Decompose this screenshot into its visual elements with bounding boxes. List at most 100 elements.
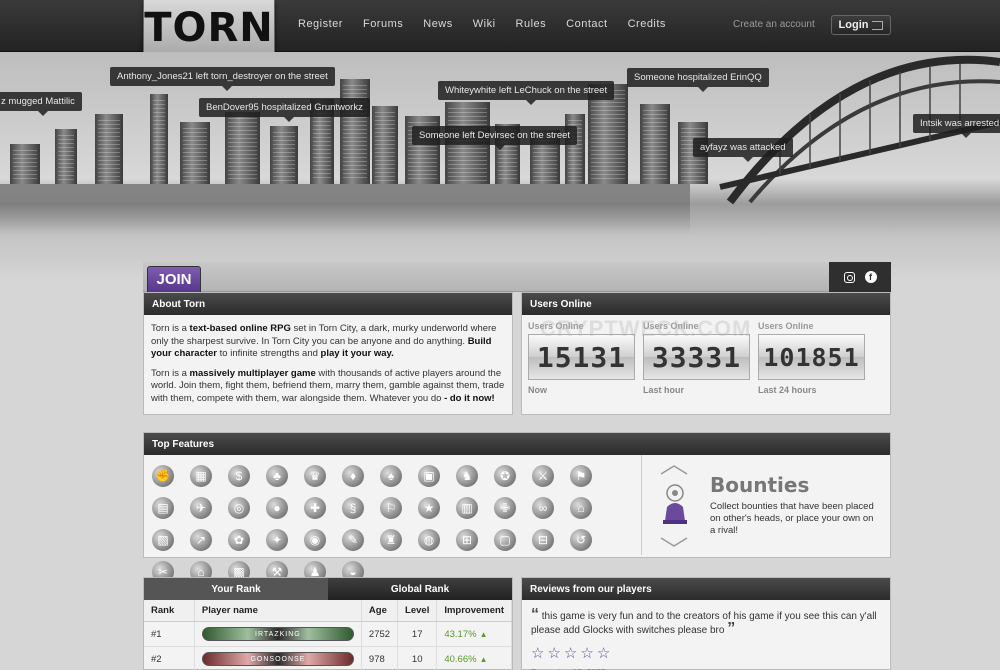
nav-credits[interactable]: Credits <box>628 18 666 30</box>
review-date: December 13, 2025 <box>522 662 890 670</box>
handcuff-icon[interactable]: ∞ <box>532 497 554 519</box>
bag-icon[interactable]: ▢ <box>494 529 516 551</box>
event-bubble: Someone hospitalized ErinQQ <box>627 68 769 92</box>
event-bubble: BenDover95 hospitalized Gruntworkz <box>199 98 370 122</box>
torn-logo[interactable]: TORN <box>143 0 275 56</box>
review-stars: ☆ ☆ ☆ ☆ ☆ <box>522 637 890 662</box>
job-icon[interactable]: ▣ <box>418 465 440 487</box>
tab-global-rank[interactable]: Global Rank <box>328 578 512 600</box>
undo-icon[interactable]: ↺ <box>570 529 592 551</box>
chevron-up-icon[interactable] <box>659 464 689 476</box>
nav-register[interactable]: Register <box>298 18 343 30</box>
dollar-icon[interactable]: $ <box>228 465 250 487</box>
casino-icon[interactable]: ♦ <box>342 465 364 487</box>
login-icon <box>872 20 884 30</box>
feature-icon-grid: ✊ ▦ $ ♣ ♛ ♦ ♠ ▣ ♞ ✪ ⚔ ⚑ ▤ ✈ ◎ ● ✚ § ⚐ ★ ▥ ✙ ∞ ⌂ ▧ ↗ ✿ ✦ ◉ ✎ ♜ ◍ ⊞ ▢ ⊟ ↺ ✂ ⌂ ▩ ⚒… <box>152 465 608 583</box>
create-account-link[interactable]: Create an account <box>733 19 815 30</box>
users-online-title: Users Online <box>522 293 890 315</box>
reviews-panel: Reviews from our players “ this game is … <box>521 577 891 670</box>
plane-icon[interactable]: ✈ <box>190 497 212 519</box>
about-text: Torn is a text-based online RPG set in T… <box>151 323 505 404</box>
facebook-icon[interactable]: f <box>864 271 877 283</box>
island-icon[interactable]: ♠ <box>380 465 402 487</box>
player-name-banner[interactable]: IRTAZKING <box>201 627 354 641</box>
crimes-icon[interactable]: ♣ <box>266 465 288 487</box>
event-bubble: Whiteywhite left LeChuck on the street <box>438 81 615 105</box>
ring-icon[interactable]: ◎ <box>228 497 250 519</box>
butterfly-icon[interactable]: ✿ <box>228 529 250 551</box>
tab-your-rank[interactable]: Your Rank <box>144 578 328 600</box>
nav-forums[interactable]: Forums <box>363 18 403 30</box>
event-bubble: ayfayz was attacked <box>693 138 793 162</box>
bounty-target-icon <box>663 484 687 524</box>
open-quote-icon: “ <box>531 606 539 623</box>
login-button[interactable]: Login <box>831 15 891 35</box>
boxing-icon[interactable]: ✊ <box>152 465 174 487</box>
nav-news[interactable]: News <box>423 18 453 30</box>
users-online-panel: Users Online Users Online 15131 Now User… <box>521 292 891 415</box>
rank-table: Rank Player name Age Level Improvement #… <box>144 600 512 670</box>
event-bubble: Anthony_Jones21 left torn_destroyer on t… <box>110 67 335 91</box>
close-quote-icon: ” <box>727 620 736 637</box>
book-icon[interactable]: ▧ <box>152 529 174 551</box>
grad-icon[interactable]: ♜ <box>380 529 402 551</box>
event-bubble: Someone left Devirsec on the street <box>412 126 578 150</box>
star-icon: ☆ <box>531 645 545 662</box>
medkit-icon[interactable]: ✙ <box>494 497 516 519</box>
feature-title: Bounties <box>710 473 810 497</box>
rank-panel: Your Rank Global Rank Rank Player name A… <box>143 577 513 670</box>
login-label: Login <box>838 19 869 31</box>
star-icon: ☆ <box>580 645 594 662</box>
join-bar: JOIN f <box>143 262 891 292</box>
medal-icon[interactable]: ✦ <box>266 529 288 551</box>
syringe-icon[interactable]: ✎ <box>342 529 364 551</box>
church-icon[interactable]: ⌂ <box>570 497 592 519</box>
faction-icon[interactable]: ✪ <box>494 465 516 487</box>
chess-icon[interactable]: ♞ <box>456 465 478 487</box>
jail-icon[interactable]: ⊟ <box>532 529 554 551</box>
star-icon: ☆ <box>563 645 578 662</box>
newspaper-icon[interactable]: ▤ <box>152 497 174 519</box>
star-icon: ☆ <box>547 645 561 662</box>
arrow-up-icon: ▲ <box>479 654 488 664</box>
flag-icon[interactable]: ⚑ <box>570 465 592 487</box>
table-row[interactable]: #1 IRTAZKING 2752 17 43.17% ▲ <box>144 621 512 647</box>
chevron-down-icon[interactable] <box>659 536 689 548</box>
dart-icon[interactable]: ◉ <box>304 529 326 551</box>
cart-icon[interactable]: ⊞ <box>456 529 478 551</box>
trophy-icon[interactable]: ♛ <box>304 465 326 487</box>
hospital-icon[interactable]: ✚ <box>304 497 326 519</box>
feature-description: Collect bounties that have been placed o… <box>710 501 874 536</box>
race-icon[interactable]: ⚐ <box>380 497 402 519</box>
nav-rules[interactable]: Rules <box>516 18 547 30</box>
about-title: About Torn <box>144 293 512 315</box>
instagram-icon[interactable] <box>843 271 855 283</box>
property-icon[interactable]: ▥ <box>456 497 478 519</box>
nav-contact[interactable]: Contact <box>566 18 607 30</box>
city-hero: Anthony_Jones21 left torn_destroyer on t… <box>0 52 1000 282</box>
counter-last-24h: Users Online 101851 Last 24 hours <box>758 321 865 395</box>
review-quote: “ this game is very fun and to the creat… <box>531 606 877 637</box>
about-panel: About Torn Torn is a text-based online R… <box>143 292 513 415</box>
top-navbar: TORN Register Forums News Wiki Rules Con… <box>0 0 1000 56</box>
gym-icon[interactable]: ▦ <box>190 465 212 487</box>
player-name-banner[interactable]: GONSOONSE <box>201 652 354 666</box>
knife-icon[interactable]: ⚔ <box>532 465 554 487</box>
join-button[interactable]: JOIN <box>147 266 201 292</box>
main-nav: Register Forums News Wiki Rules Contact … <box>288 18 676 30</box>
event-bubble: Intsik was arrested: <box>913 114 1000 138</box>
star-icon: ☆ <box>596 645 611 662</box>
top-features-title: Top Features <box>144 433 890 455</box>
snake-icon[interactable]: § <box>342 497 364 519</box>
nav-wiki[interactable]: Wiki <box>473 18 496 30</box>
star-icon[interactable]: ★ <box>418 497 440 519</box>
globe-icon[interactable]: ◍ <box>418 529 440 551</box>
event-bubble: z mugged Mattilic <box>0 92 82 116</box>
pumpkin-icon[interactable]: ● <box>266 497 288 519</box>
reviews-title: Reviews from our players <box>522 578 890 600</box>
arrow-up-icon: ▲ <box>479 629 488 639</box>
stocks-icon[interactable]: ↗ <box>190 529 212 551</box>
table-row[interactable]: #2 GONSOONSE 978 10 40.66% ▲ <box>144 646 512 670</box>
watermark: CRYPTWECK.COM <box>540 316 752 341</box>
top-features-panel: Top Features ✊ ▦ $ ♣ ♛ ♦ ♠ ▣ ♞ ✪ ⚔ ⚑ ▤ ✈ ◎ ● ✚ § ⚐ ★ ▥ ✙ ∞ ⌂ ▧ ↗ ✿… <box>143 432 891 583</box>
